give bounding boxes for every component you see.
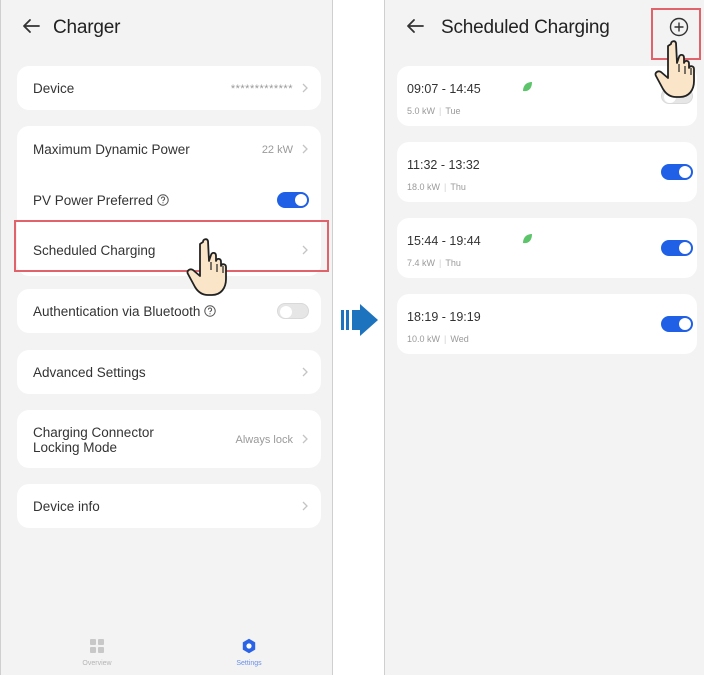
max-power-row[interactable]: Maximum Dynamic Power 22 kW bbox=[17, 126, 321, 172]
green-leaf-icon bbox=[521, 80, 533, 92]
help-icon[interactable] bbox=[157, 194, 169, 206]
device-info-label: Device info bbox=[33, 499, 100, 514]
device-info-row[interactable]: Device info bbox=[17, 484, 321, 528]
advanced-settings-label: Advanced Settings bbox=[33, 365, 146, 380]
help-icon[interactable] bbox=[204, 305, 217, 317]
locking-mode-label: Charging Connector Locking Mode bbox=[33, 425, 154, 455]
chevron-right-icon bbox=[301, 434, 309, 444]
chevron-right-icon bbox=[301, 367, 309, 377]
schedule-time: 11:32 - 13:32 bbox=[407, 158, 480, 172]
schedule-meta: 10.0 kW | Wed bbox=[407, 334, 469, 344]
device-serial: ************* bbox=[230, 83, 293, 95]
page-title: Charger bbox=[53, 17, 121, 38]
pv-preferred-row: PV Power Preferred bbox=[17, 178, 321, 222]
gear-icon bbox=[241, 638, 257, 654]
schedule-meta: 18.0 kW | Thu bbox=[407, 182, 466, 192]
top-bar: Charger bbox=[1, 0, 332, 58]
scheduled-charging-screen: Scheduled Charging 09:07 - 14:45 5.0 kW |… bbox=[384, 0, 704, 675]
green-leaf-icon bbox=[521, 232, 533, 244]
schedule-item[interactable]: 11:32 - 13:32 18.0 kW | Thu bbox=[397, 142, 697, 202]
tab-overview-label: Overview bbox=[82, 660, 112, 667]
flow-arrow-icon bbox=[340, 303, 380, 337]
pv-preferred-toggle[interactable] bbox=[277, 192, 309, 208]
schedule-meta: 7.4 kW | Thu bbox=[407, 258, 461, 268]
bluetooth-row: Authentication via Bluetooth bbox=[17, 289, 321, 333]
schedule-time: 18:19 - 19:19 bbox=[407, 310, 481, 324]
max-power-value: 22 kW bbox=[261, 144, 293, 156]
schedule-item[interactable]: 18:19 - 19:19 10.0 kW | Wed bbox=[397, 294, 697, 354]
schedule-time: 09:07 - 14:45 bbox=[407, 82, 481, 96]
schedule-toggle[interactable] bbox=[661, 240, 693, 256]
tab-settings[interactable]: Settings bbox=[189, 610, 309, 675]
back-arrow-icon[interactable] bbox=[405, 16, 425, 36]
max-power-label: Maximum Dynamic Power bbox=[33, 142, 190, 157]
bottom-tab-bar: Overview Settings bbox=[1, 610, 332, 675]
chevron-right-icon bbox=[301, 501, 309, 511]
pv-preferred-label: PV Power Preferred bbox=[33, 193, 169, 208]
schedule-item[interactable]: 09:07 - 14:45 5.0 kW | Tue bbox=[397, 66, 697, 126]
device-row[interactable]: Device ************* bbox=[17, 66, 321, 110]
schedule-toggle[interactable] bbox=[661, 164, 693, 180]
schedule-meta: 5.0 kW | Tue bbox=[407, 106, 461, 116]
chevron-right-icon bbox=[301, 83, 309, 93]
chevron-right-icon bbox=[301, 144, 309, 154]
bluetooth-label: Authentication via Bluetooth bbox=[33, 304, 217, 319]
schedule-toggle[interactable] bbox=[661, 316, 693, 332]
locking-mode-row[interactable]: Charging Connector Locking Mode Always lo… bbox=[17, 410, 321, 468]
advanced-settings-row[interactable]: Advanced Settings bbox=[17, 350, 321, 394]
schedule-time: 15:44 - 19:44 bbox=[407, 234, 481, 248]
device-label: Device bbox=[33, 81, 75, 96]
scheduled-charging-highlight bbox=[14, 220, 329, 272]
schedule-item[interactable]: 15:44 - 19:44 7.4 kW | Thu bbox=[397, 218, 697, 278]
locking-mode-value: Always lock bbox=[235, 434, 293, 446]
grid-icon bbox=[89, 638, 105, 654]
pointing-hand-icon bbox=[185, 236, 245, 300]
pointing-hand-icon bbox=[653, 38, 704, 102]
bluetooth-toggle[interactable] bbox=[277, 303, 309, 319]
page-title: Scheduled Charging bbox=[441, 17, 610, 38]
back-arrow-icon[interactable] bbox=[21, 16, 41, 36]
tab-overview[interactable]: Overview bbox=[37, 610, 157, 675]
charger-settings-screen: Charger Device ************* Maximum Dyn… bbox=[0, 0, 333, 675]
tab-settings-label: Settings bbox=[236, 660, 262, 667]
